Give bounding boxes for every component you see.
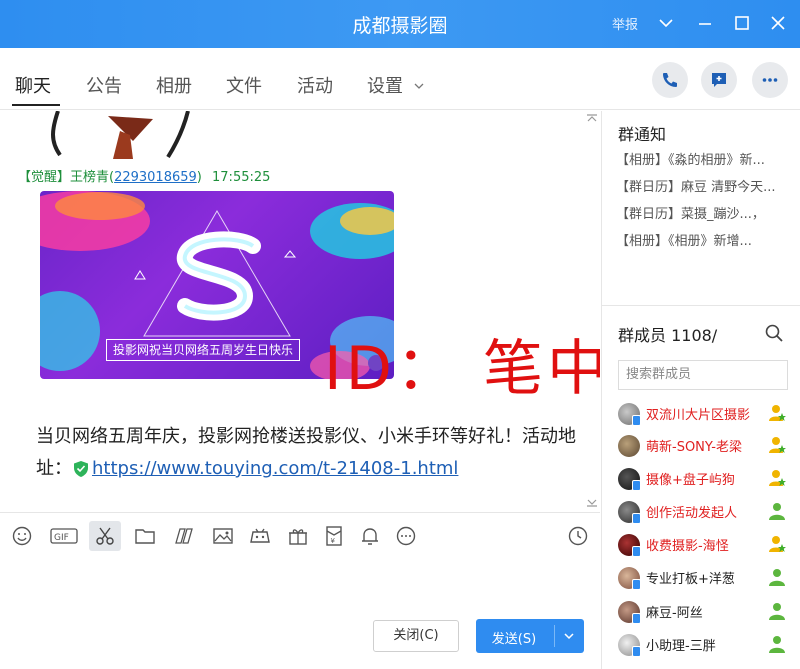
send-button[interactable]: 发送(S) (476, 619, 584, 653)
image-icon[interactable] (211, 524, 235, 548)
member-row[interactable]: 小助理-三胖 (618, 632, 796, 660)
sender-qq-link[interactable]: 2293018659 (114, 170, 197, 185)
folder-icon[interactable] (133, 524, 157, 548)
group-side-panel: 群通知 【相册】《淼的相册》新... 【群日历】麻豆 清野今天... 【群日历】… (601, 111, 800, 669)
member-row[interactable]: 创作活动发起人 (618, 499, 796, 527)
tab-announcement[interactable]: 公告 (86, 72, 122, 98)
member-name: 麻豆-阿丝 (646, 606, 703, 621)
admin-star-icon (769, 470, 786, 486)
close-icon[interactable] (767, 12, 789, 34)
notice-item[interactable]: 【相册】《淼的相册》新... (616, 149, 796, 168)
message-sender: 【觉醒】王榜青(2293018659) 17:55:25 (18, 166, 270, 185)
add-app-button[interactable] (701, 62, 737, 98)
member-row[interactable]: 收费摄影-海怪 (618, 532, 796, 560)
message-time: 17:55:25 (212, 170, 271, 185)
mobile-online-badge (632, 415, 641, 426)
member-name: 摄像+盘子屿狗 (646, 473, 735, 488)
member-row[interactable]: 麻豆-阿丝 (618, 599, 796, 627)
member-name: 创作活动发起人 (646, 506, 738, 521)
sender-name-suffix: ) (196, 170, 202, 185)
maximize-icon[interactable] (731, 12, 753, 34)
svg-text:¥: ¥ (331, 537, 336, 545)
notice-title: 群通知 (618, 125, 667, 144)
member-person-icon (769, 603, 785, 620)
window-title: 成都摄影圈 (352, 15, 448, 37)
panel-divider (602, 305, 800, 306)
history-clock-icon[interactable] (566, 524, 590, 548)
notice-item[interactable]: 【群日历】麻豆 清野今天... (616, 176, 796, 195)
members-title: 群成员 1108/ (618, 326, 718, 345)
admin-star-icon (769, 405, 786, 421)
chevron-down-icon[interactable] (562, 629, 576, 643)
member-row[interactable]: 萌新-SONY-老梁 (618, 433, 796, 461)
svg-text:GIF: GIF (54, 533, 69, 543)
tab-chat[interactable]: 聊天 (15, 72, 51, 98)
gif-icon[interactable]: GIF (50, 524, 78, 548)
screenshot-scissors-icon[interactable] (89, 521, 121, 551)
notice-item[interactable]: 【群日历】菜摄_蹦沙...， (616, 203, 796, 222)
gift-icon[interactable] (286, 524, 310, 548)
tab-settings[interactable]: 设置 (367, 72, 425, 98)
title-bar: 成都摄影圈 举报 (0, 0, 800, 48)
mobile-online-badge (632, 546, 641, 557)
active-tab-indicator (12, 104, 60, 106)
chat-history[interactable]: 【觉醒】王榜青(2293018659) 17:55:25 投影网祝当贝网络五周岁… (0, 111, 600, 511)
report-button[interactable]: 举报 (612, 14, 638, 33)
member-name: 收费摄影-海怪 (646, 539, 729, 554)
admin-star-icon (769, 536, 786, 552)
member-person-icon (769, 636, 785, 653)
mobile-online-badge (632, 646, 641, 657)
mobile-online-badge (632, 579, 641, 590)
member-name: 专业打板+洋葱 (646, 572, 735, 587)
scroll-down-icon[interactable] (586, 498, 598, 508)
tab-settings-label: 设置 (367, 76, 403, 97)
chevron-down-icon[interactable] (655, 12, 677, 34)
more-icon (762, 78, 778, 82)
sender-name: 【觉醒】王榜青( (18, 170, 115, 185)
safe-link-shield-icon (74, 461, 88, 477)
more-tools-icon[interactable] (394, 524, 418, 548)
tab-files[interactable]: 文件 (226, 72, 262, 98)
notice-item[interactable]: 【相册】《相册》新增... (616, 230, 796, 249)
previous-image-partial (38, 111, 268, 159)
member-person-icon (769, 569, 785, 586)
message-text: 当贝网络五周年庆，投影网抢楼送投影仪、小米手环等好礼！活动地址： https://… (36, 421, 586, 485)
member-name: 双流川大片区摄影 (646, 408, 751, 423)
tab-activity[interactable]: 活动 (297, 72, 333, 98)
watermark-overlay: ID： 笔中求生 (324, 334, 600, 404)
member-row[interactable]: 专业打板+洋葱 (618, 565, 796, 593)
input-toolbar: GIF ¥ (0, 512, 600, 556)
bell-icon[interactable] (358, 524, 382, 548)
add-chat-icon (712, 73, 726, 87)
search-icon[interactable] (764, 323, 784, 343)
member-person-icon (769, 503, 785, 520)
mobile-online-badge (632, 513, 641, 524)
mobile-online-badge (632, 480, 641, 491)
admin-star-icon (769, 437, 786, 453)
member-row[interactable]: 摄像+盘子屿狗 (618, 466, 796, 494)
mobile-online-badge (632, 613, 641, 624)
chevron-down-icon (414, 83, 424, 89)
rich-text-icon[interactable] (172, 524, 196, 548)
phone-icon (663, 73, 677, 87)
send-button-divider (554, 625, 555, 647)
member-name: 小助理-三胖 (646, 639, 716, 654)
member-search-input[interactable]: 搜索群成员 (618, 360, 788, 390)
banner-caption: 投影网祝当贝网络五周岁生日快乐 (106, 339, 301, 361)
avatar (618, 435, 640, 457)
phone-call-button[interactable] (652, 62, 688, 98)
emoji-icon[interactable] (10, 524, 34, 548)
member-name: 萌新-SONY-老梁 (646, 440, 742, 455)
close-button[interactable]: 关闭(C) (373, 620, 459, 652)
send-button-label: 发送(S) (491, 632, 537, 647)
game-icon[interactable] (248, 524, 272, 548)
member-row[interactable]: 双流川大片区摄影 (618, 401, 796, 429)
more-button[interactable] (752, 62, 788, 98)
scroll-up-icon[interactable] (586, 113, 598, 123)
tab-album[interactable]: 相册 (156, 72, 192, 98)
message-link[interactable]: https://www.touying.com/t-21408-1.html (92, 458, 458, 479)
minimize-icon[interactable] (694, 12, 716, 34)
red-packet-icon[interactable]: ¥ (322, 524, 346, 548)
